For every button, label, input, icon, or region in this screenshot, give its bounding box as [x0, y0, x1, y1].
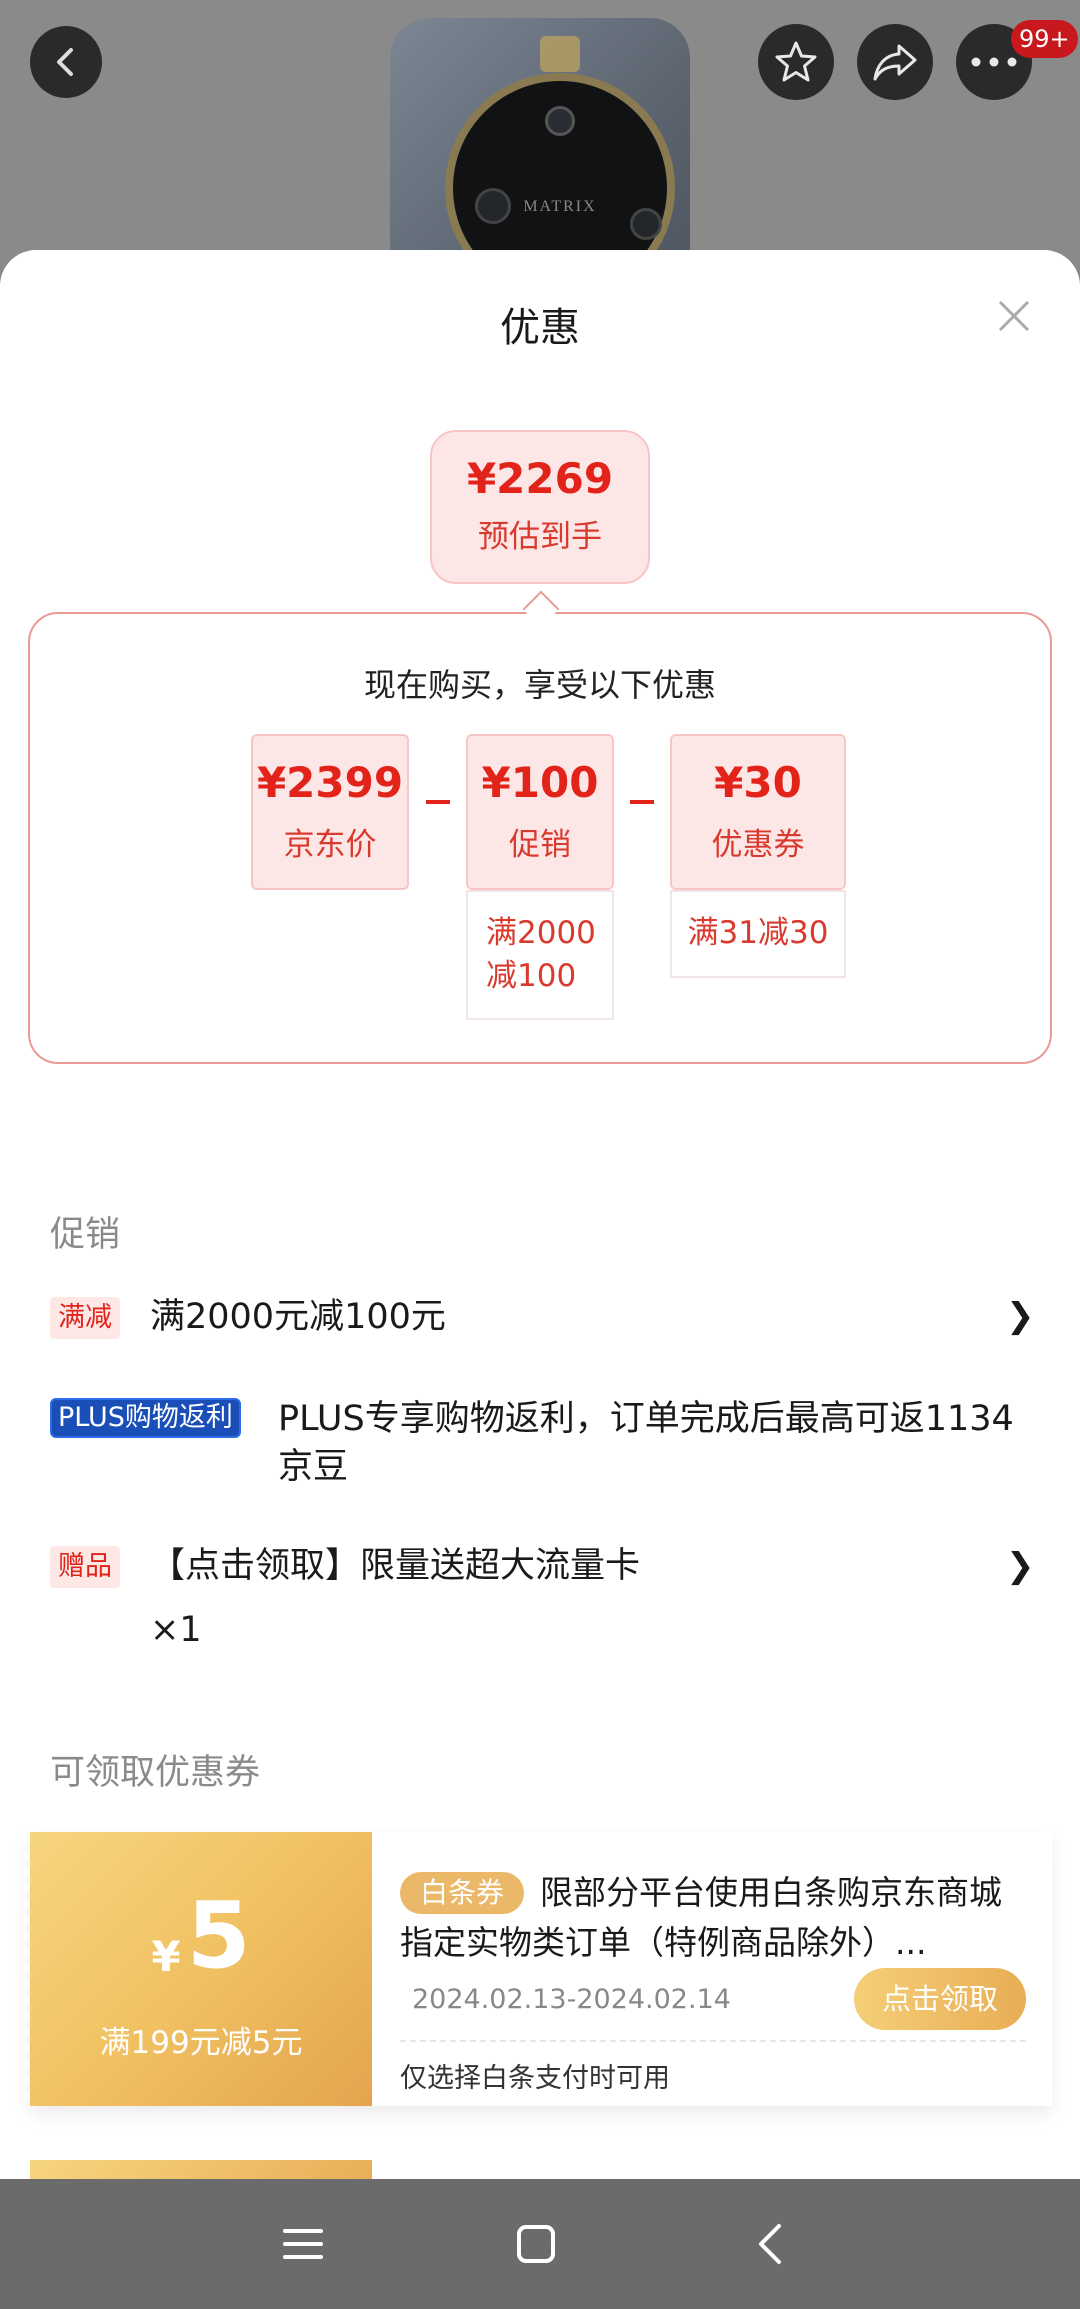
promo-row-text[interactable]: 满2000元减100元: [150, 1293, 970, 1341]
recent-apps-button[interactable]: [268, 2209, 338, 2279]
promo-amount: ¥100: [481, 758, 599, 807]
jd-price-label: 京东价: [283, 827, 377, 863]
coupon-amount: ¥30: [714, 758, 802, 807]
system-nav-bar: [0, 2179, 1080, 2309]
chevron-left-icon: [759, 2224, 781, 2264]
coupon-amount: 5: [186, 1882, 251, 1989]
home-button[interactable]: [501, 2209, 571, 2279]
estimated-price-label: 预估到手: [478, 519, 602, 555]
coupon-currency: ¥: [151, 1932, 181, 1981]
minus-sign: [426, 800, 450, 804]
coupon-box: ¥30 优惠券: [670, 734, 846, 890]
coupon-type-tag: 白条券: [400, 1872, 525, 1914]
coupon-label: 优惠券: [711, 827, 805, 863]
product-cam-text: MATRIX: [523, 198, 597, 215]
estimated-price: ¥2269: [466, 454, 614, 503]
share-icon: [873, 44, 917, 81]
chevron-right-icon[interactable]: ❯: [1006, 1296, 1035, 1336]
coupons-section-label: 可领取优惠券: [50, 1753, 261, 1793]
promo-box: ¥100 促销: [466, 734, 614, 890]
promo-row-quantity: ×1: [150, 1610, 202, 1650]
jd-price-box: ¥2399 京东价: [251, 734, 409, 890]
more-dots-icon: [971, 57, 1017, 67]
coupon-date-range: 2024.02.13-2024.02.14: [412, 1984, 731, 2015]
close-button[interactable]: [994, 296, 1034, 336]
coupon-condition: 满199元减5元: [99, 2025, 303, 2061]
claim-coupon-button[interactable]: 点击领取: [854, 1968, 1026, 2030]
notification-badge: 99+: [1011, 20, 1078, 58]
promo-tag-full-reduction: 满减: [50, 1297, 120, 1339]
jd-price-amount: ¥2399: [256, 758, 404, 807]
estimated-price-bubble: ¥2269 预估到手: [430, 430, 650, 584]
coupon-value: ¥5: [30, 1886, 372, 2007]
promotions-section-label: 促销: [50, 1215, 121, 1255]
close-icon: [998, 300, 1030, 332]
coupon-value-panel: ¥5 满199元减5元: [30, 1832, 372, 2106]
divider: [400, 2040, 1026, 2042]
promo-tag-plus: PLUS购物返利: [50, 1398, 241, 1438]
minus-sign: [630, 800, 654, 804]
share-button[interactable]: [857, 24, 933, 100]
coupon-condition: 满31减30: [670, 890, 846, 978]
promo-row-text[interactable]: 【点击领取】限量送超大流量卡: [150, 1542, 970, 1590]
sheet-title: 优惠: [500, 305, 580, 351]
promo-tag-gift: 赠品: [50, 1546, 120, 1588]
favorite-button[interactable]: [758, 24, 834, 100]
home-square-icon: [517, 2225, 555, 2263]
promo-label: 促销: [509, 827, 571, 863]
menu-icon: [283, 2229, 323, 2259]
promo-condition: 满2000减100: [466, 890, 614, 1020]
coupon-note: 仅选择白条支付时可用: [400, 2063, 670, 2094]
chevron-left-icon: [57, 48, 73, 76]
back-button[interactable]: [30, 26, 102, 98]
breakdown-title: 现在购买，享受以下优惠: [363, 666, 716, 704]
system-back-button[interactable]: [735, 2209, 805, 2279]
chevron-right-icon[interactable]: ❯: [1006, 1546, 1035, 1586]
star-icon: [775, 41, 817, 82]
coupon-card: ¥5 满199元减5元 限部分平台使用白条购京东商城指定实物类订单（特例商品除外…: [24, 1832, 1052, 2106]
promo-row-text: PLUS专享购物返利，订单完成后最高可返1134京豆: [278, 1399, 1014, 1487]
